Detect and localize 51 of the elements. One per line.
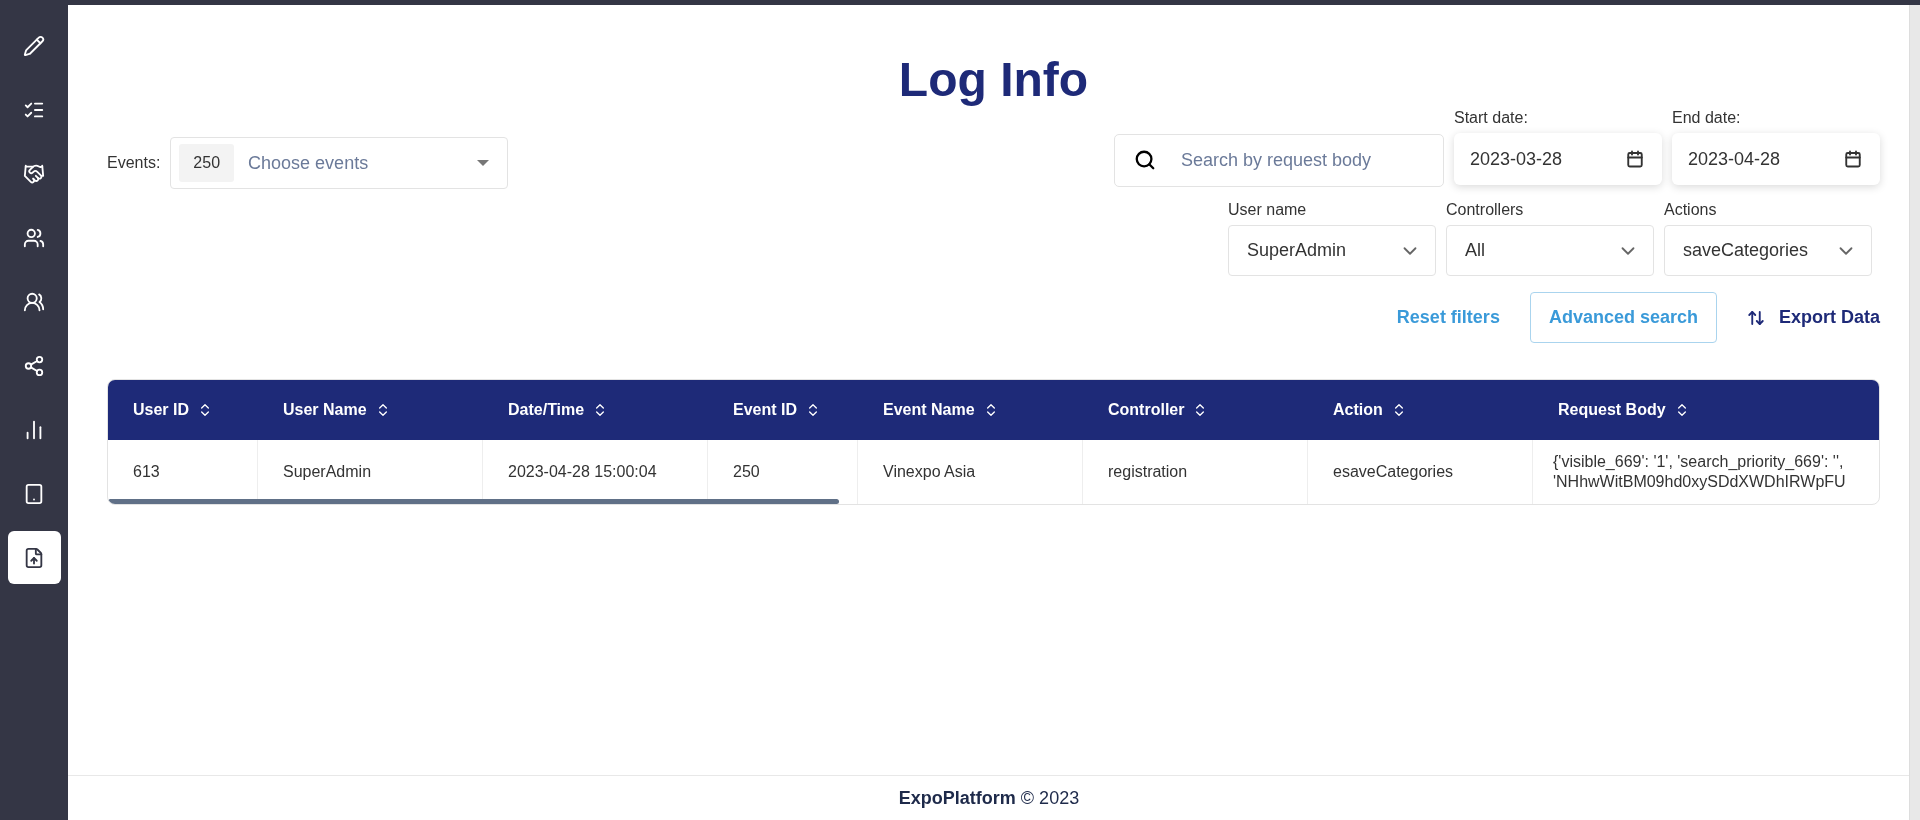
search-field[interactable]: Search by request body [1114,134,1444,187]
date-label: Start date: [1454,109,1529,127]
column-header[interactable]: Action [1308,380,1533,440]
select-label: Actions [1664,201,1718,219]
dropdown-triangle-icon [477,160,490,166]
events-label: Events: [107,154,161,172]
horizontal-scrollbar[interactable] [108,499,839,504]
events-placeholder: Choose events [248,152,370,174]
column-header[interactable]: Date/Time [483,380,708,440]
search-icon [1134,149,1156,171]
date-field[interactable]: 2023-03-28 [1454,133,1662,185]
event-chip: 250 [179,144,235,182]
select-field[interactable]: saveCategories [1664,225,1872,276]
table-cell: esaveCategories [1308,440,1533,504]
export-data-button[interactable]: Export Data [1746,307,1880,328]
date-label: End date: [1672,109,1742,127]
vertical-scrollbar[interactable] [1909,5,1920,820]
file-upload-icon [23,546,45,569]
date-value: 2023-03-28 [1470,148,1563,170]
table-cell: registration [1083,440,1308,504]
column-header[interactable]: Request Body [1533,380,1879,440]
footer-copyright: © 2023 [1020,787,1080,809]
events-select[interactable]: 250 Choose events [170,137,509,189]
column-header[interactable]: User ID [108,380,258,440]
select-label: User name [1228,201,1308,219]
column-header[interactable]: Event ID [708,380,858,440]
select-value: SuperAdmin [1247,240,1347,261]
select-value: saveCategories [1683,240,1809,261]
tablet-icon [23,482,45,505]
date-field[interactable]: 2023-04-28 [1672,133,1880,185]
select-label: Controllers [1446,201,1525,219]
table-cell-text: {'visible_669': '1', 'search_priority_669': '', 'NHhwWitBM09hd0xySDdXWDhIRWpFU [1552,452,1847,492]
pencil-icon [23,34,45,57]
column-header[interactable]: Event Name [858,380,1083,440]
users-icon [23,290,45,313]
select-field[interactable]: All [1446,225,1654,276]
select-field[interactable]: SuperAdmin [1228,225,1436,276]
date-value: 2023-04-28 [1688,148,1781,170]
footer-brand: ExpoPlatform [898,787,1016,809]
share-icon [23,354,45,377]
table-cell: Vinexpo Asia [858,440,1083,504]
select-value: All [1465,240,1485,261]
page-title: Log Info [897,52,1090,108]
group-icon [23,226,45,249]
handshake-icon [23,162,45,185]
sort-arrows-icon [1746,308,1765,327]
column-header[interactable]: User Name [258,380,483,440]
sidebar-item[interactable] [7,531,61,584]
calendar-icon [1626,150,1644,168]
calendar-icon [1844,150,1862,168]
column-header[interactable]: Controller [1083,380,1308,440]
